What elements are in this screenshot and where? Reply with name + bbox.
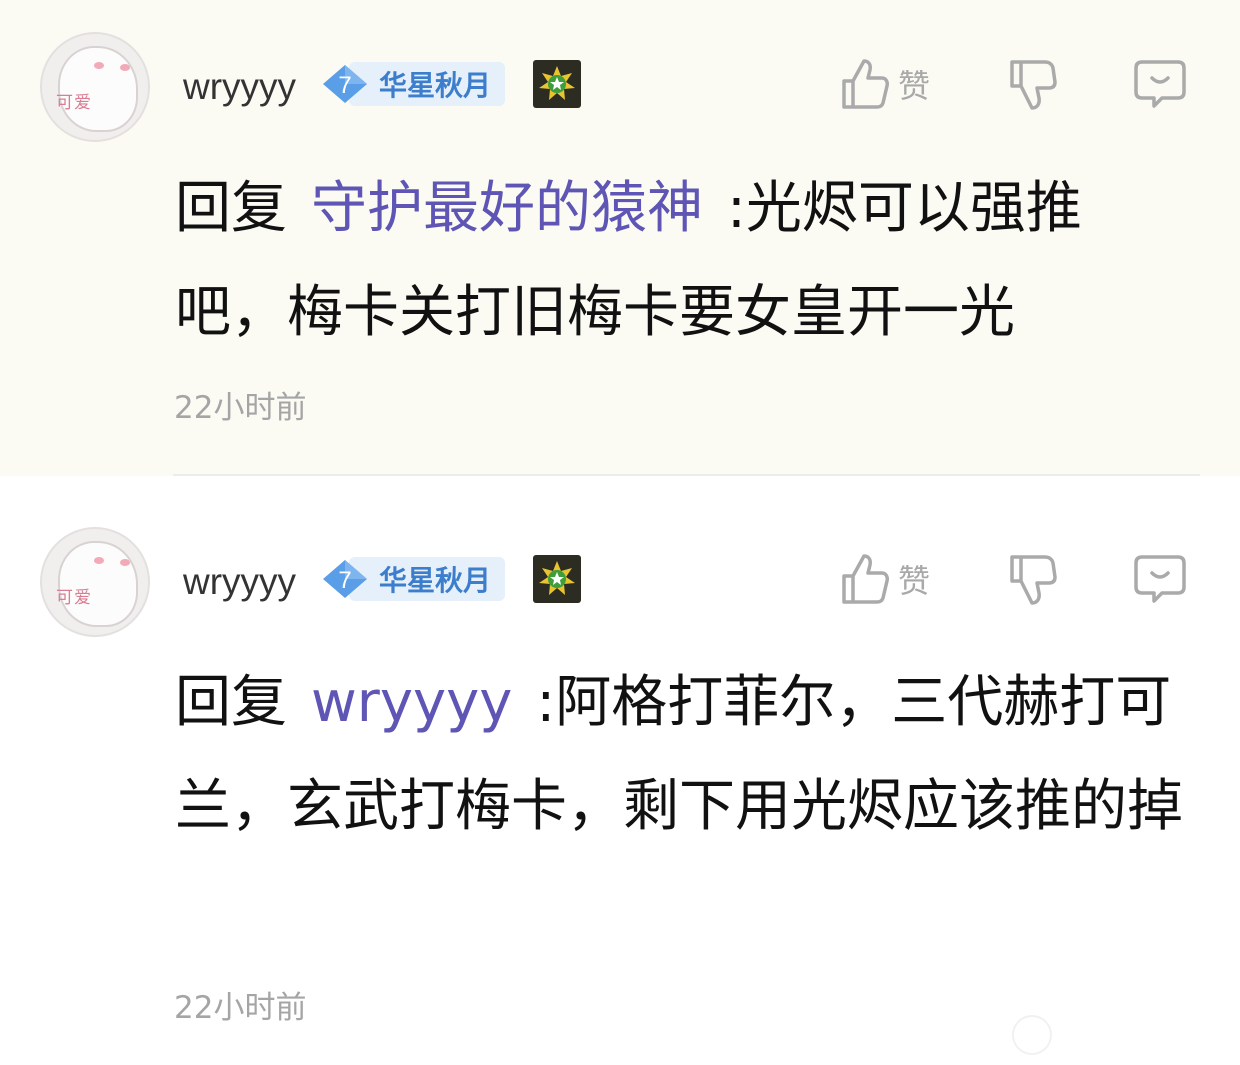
comment-text: 回复 守护最好的猿神:光烬可以强推吧，梅卡关打旧梅卡要女皇开一光	[175, 157, 1185, 365]
chat-bubble-icon	[1134, 555, 1186, 603]
chat-bubble-icon	[1134, 60, 1186, 108]
like-label: 赞	[898, 67, 931, 105]
faint-watermark	[1012, 1015, 1052, 1055]
reply-target-link[interactable]: wryyyy	[311, 670, 512, 735]
like-button[interactable]: 赞	[840, 54, 930, 114]
like-button[interactable]: 赞	[840, 549, 930, 609]
thumb-down-icon	[1010, 555, 1057, 605]
thumb-up-icon	[842, 554, 889, 604]
star-medal-icon	[533, 60, 581, 108]
comment-time: 22小时前	[174, 390, 307, 426]
comment-item-1: 可爱 wryyyy 7 华星秋月 赞 回复 守护最好的猿神:光烬可以强推吧，梅…	[0, 0, 1240, 476]
avatar-tag: 可爱	[56, 93, 92, 113]
reply-target-link[interactable]: 守护最好的猿神	[311, 176, 703, 241]
comment-time: 22小时前	[174, 990, 307, 1026]
comment-actions: 赞	[840, 54, 1200, 114]
dislike-button[interactable]	[1008, 549, 1058, 609]
level-number: 7	[338, 567, 351, 594]
reply-prefix: 回复	[175, 176, 287, 241]
user-avatar[interactable]: 可爱	[40, 32, 150, 142]
reply-button[interactable]	[1132, 549, 1188, 609]
reply-prefix: 回复	[175, 670, 287, 735]
dislike-button[interactable]	[1008, 54, 1058, 114]
user-avatar[interactable]: 可爱	[40, 527, 150, 637]
level-gem-icon: 7	[323, 560, 367, 598]
level-number: 7	[338, 72, 351, 99]
comment-actions: 赞	[840, 549, 1200, 609]
level-title: 华星秋月	[349, 557, 506, 601]
reply-button[interactable]	[1132, 54, 1188, 114]
username[interactable]: wryyyy	[183, 66, 296, 108]
thumb-up-icon	[842, 59, 889, 109]
level-title: 华星秋月	[349, 62, 506, 106]
comment-divider	[173, 474, 1200, 476]
username[interactable]: wryyyy	[183, 561, 296, 603]
avatar-tag: 可爱	[56, 588, 92, 608]
thumb-down-icon	[1010, 60, 1057, 110]
star-medal-icon	[533, 555, 581, 603]
level-badge: 7 华星秋月	[321, 61, 506, 107]
level-badge: 7 华星秋月	[321, 556, 506, 602]
comment-item-2: 可爱 wryyyy 7 华星秋月 赞 回复 wryyyy:阿格打菲尔，三代赫打…	[0, 477, 1240, 1065]
comment-text: 回复 wryyyy:阿格打菲尔，三代赫打可兰，玄武打梅卡，剩下用光烬应该推的掉	[175, 651, 1185, 859]
level-gem-icon: 7	[323, 65, 367, 103]
like-label: 赞	[898, 562, 931, 600]
